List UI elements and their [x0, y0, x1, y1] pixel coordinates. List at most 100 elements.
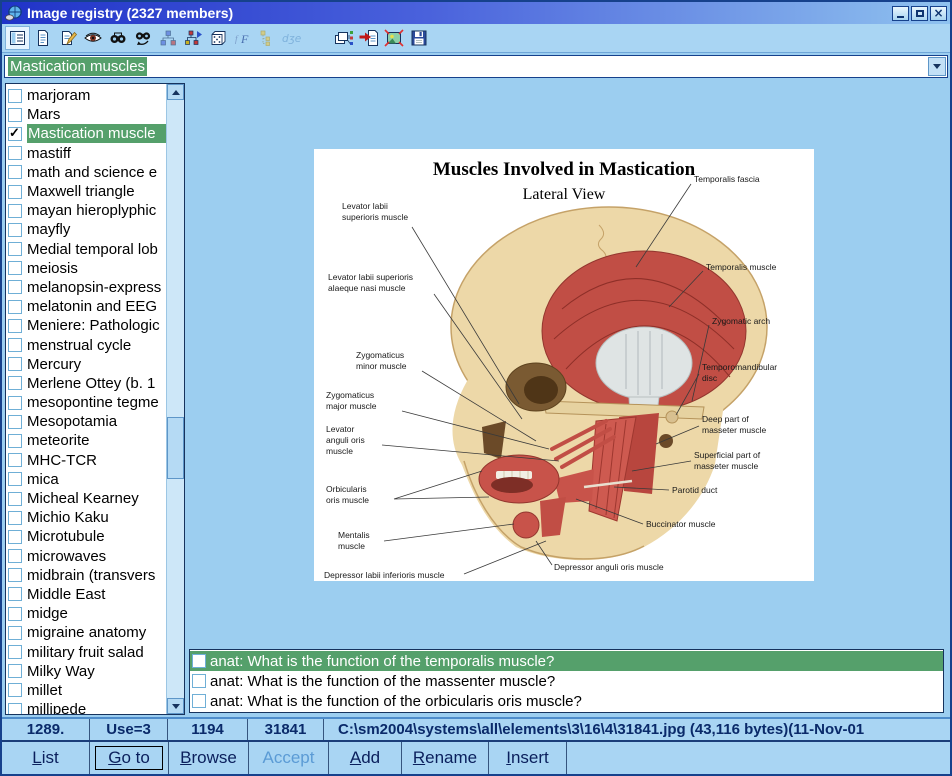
combo-dropdown-button[interactable]: [928, 57, 946, 76]
list-item[interactable]: Mars: [6, 105, 166, 124]
fit-image-icon[interactable]: [381, 26, 406, 50]
find-next-icon[interactable]: [130, 26, 155, 50]
minimize-button[interactable]: [892, 6, 909, 21]
checkbox[interactable]: [8, 683, 22, 697]
checkbox[interactable]: [8, 434, 22, 448]
checkbox[interactable]: [8, 492, 22, 506]
list-item[interactable]: Milky Way: [6, 662, 166, 681]
scroll-track[interactable]: [167, 100, 184, 698]
search-combo[interactable]: Mastication muscles: [4, 55, 948, 78]
checkbox[interactable]: [8, 511, 22, 525]
list-item[interactable]: millipede: [6, 700, 166, 714]
list-item[interactable]: Microtubule: [6, 527, 166, 546]
checkbox[interactable]: [8, 703, 22, 714]
list-button[interactable]: List: [26, 747, 64, 769]
list-item[interactable]: melatonin and EEG: [6, 297, 166, 316]
list-item[interactable]: Mesopotamia: [6, 412, 166, 431]
checkbox-checked[interactable]: [8, 127, 22, 141]
list-item[interactable]: Mercury: [6, 355, 166, 374]
cascade-windows-icon[interactable]: [331, 26, 356, 50]
list-item[interactable]: meteorite: [6, 431, 166, 450]
list-item[interactable]: microwaves: [6, 547, 166, 566]
list-item[interactable]: mastiff: [6, 144, 166, 163]
checkbox[interactable]: [8, 242, 22, 256]
add-button[interactable]: Add: [344, 747, 386, 769]
checkbox[interactable]: [8, 626, 22, 640]
list-item[interactable]: meiosis: [6, 259, 166, 278]
titlebar[interactable]: Image registry (2327 members) ×: [2, 2, 950, 24]
list-item[interactable]: melanopsin-express: [6, 278, 166, 297]
checkbox[interactable]: [8, 453, 22, 467]
checkbox[interactable]: [8, 549, 22, 563]
checkbox[interactable]: [8, 185, 22, 199]
edit-document-icon[interactable]: [55, 26, 80, 50]
rename-button[interactable]: Rename: [407, 747, 483, 769]
list-item[interactable]: mayan hieroplyphic: [6, 201, 166, 220]
scroll-thumb[interactable]: [167, 417, 184, 479]
go-to-button[interactable]: Go to: [95, 746, 163, 770]
checkbox[interactable]: [8, 376, 22, 390]
checkbox[interactable]: [8, 357, 22, 371]
question-item[interactable]: anat: What is the function of the massen…: [190, 671, 943, 691]
checkbox[interactable]: [8, 280, 22, 294]
checkbox[interactable]: [8, 396, 22, 410]
checkbox[interactable]: [8, 338, 22, 352]
checkbox[interactable]: [8, 204, 22, 218]
list-item[interactable]: Meniere: Pathologic: [6, 316, 166, 335]
checkbox[interactable]: [8, 587, 22, 601]
maximize-button[interactable]: [911, 6, 928, 21]
list-item[interactable]: Medial temporal lob: [6, 240, 166, 259]
list-item[interactable]: menstrual cycle: [6, 335, 166, 354]
checkbox[interactable]: [8, 472, 22, 486]
find-icon[interactable]: [105, 26, 130, 50]
hierarchy-go-icon[interactable]: [180, 26, 205, 50]
list-item[interactable]: math and science e: [6, 163, 166, 182]
list-item[interactable]: Maxwell triangle: [6, 182, 166, 201]
document-icon[interactable]: [30, 26, 55, 50]
list-item[interactable]: mayfly: [6, 220, 166, 239]
list-item[interactable]: MHC-TCR: [6, 451, 166, 470]
question-item[interactable]: anat: What is the function of the orbicu…: [190, 691, 943, 711]
list-item[interactable]: midbrain (transvers: [6, 566, 166, 585]
list-item[interactable]: Merlene Ottey (b. 1: [6, 374, 166, 393]
checkbox[interactable]: [8, 108, 22, 122]
checkbox[interactable]: [8, 165, 22, 179]
checkbox[interactable]: [192, 674, 206, 688]
insert-button[interactable]: Insert: [500, 747, 555, 769]
browse-button[interactable]: Browse: [174, 747, 243, 769]
checkbox[interactable]: [8, 664, 22, 678]
checkbox[interactable]: [8, 261, 22, 275]
checkbox[interactable]: [192, 694, 206, 708]
checkbox[interactable]: [8, 319, 22, 333]
import-image-icon[interactable]: [356, 26, 381, 50]
list-item[interactable]: Micheal Kearney: [6, 489, 166, 508]
checkbox[interactable]: [192, 654, 206, 668]
close-button[interactable]: ×: [930, 6, 947, 21]
list-item[interactable]: midge: [6, 604, 166, 623]
form-view-icon[interactable]: [5, 26, 30, 50]
list-item[interactable]: military fruit salad: [6, 642, 166, 661]
dze-script-icon[interactable]: dʒe: [280, 26, 305, 50]
checkbox[interactable]: [8, 223, 22, 237]
scroll-up-button[interactable]: [167, 84, 184, 100]
font-size-icon[interactable]: fF: [230, 26, 255, 50]
hierarchy-icon[interactable]: [155, 26, 180, 50]
checkbox[interactable]: [8, 645, 22, 659]
checkbox[interactable]: [8, 300, 22, 314]
question-item-selected[interactable]: anat: What is the function of the tempor…: [190, 651, 943, 671]
tree-list-icon[interactable]: [255, 26, 280, 50]
list-item[interactable]: millet: [6, 681, 166, 700]
table-cube-icon[interactable]: [205, 26, 230, 50]
checkbox[interactable]: [8, 415, 22, 429]
list-item[interactable]: mesopontine tegme: [6, 393, 166, 412]
checkbox[interactable]: [8, 568, 22, 582]
member-list-scrollbar[interactable]: [166, 84, 184, 714]
scroll-down-button[interactable]: [167, 698, 184, 714]
checkbox[interactable]: [8, 607, 22, 621]
list-item[interactable]: marjoram: [6, 86, 166, 105]
list-item-selected[interactable]: Mastication muscle: [6, 124, 166, 143]
list-item[interactable]: mica: [6, 470, 166, 489]
list-item[interactable]: migraine anatomy: [6, 623, 166, 642]
save-icon[interactable]: [406, 26, 431, 50]
checkbox[interactable]: [8, 530, 22, 544]
